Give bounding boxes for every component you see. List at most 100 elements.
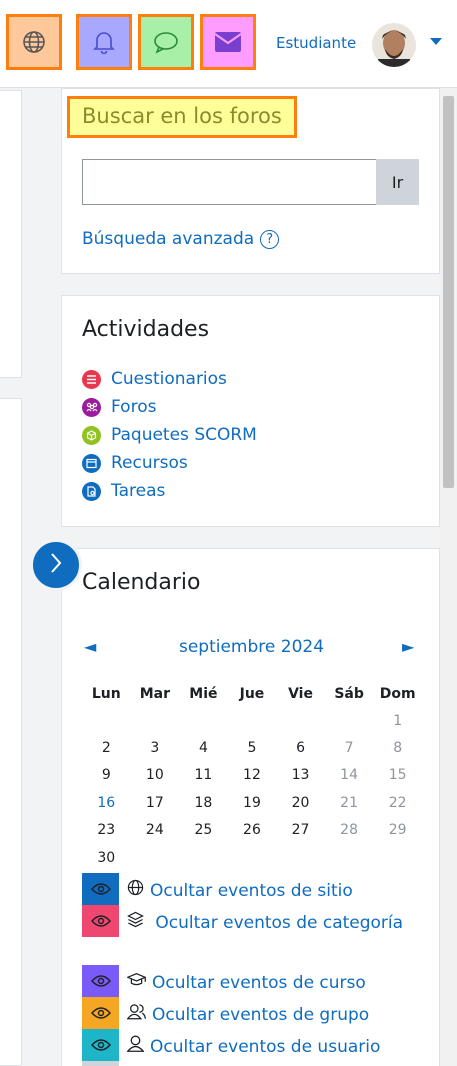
weekday-header: Dom [379, 685, 416, 702]
activity-link-forums[interactable]: Foros [82, 397, 156, 417]
weekday-header: Jue [239, 685, 265, 702]
calendar-day: 18 [194, 794, 213, 811]
eye-icon [82, 873, 119, 905]
calendar-day: 30 [97, 849, 116, 866]
activity-label: Foros [111, 397, 157, 417]
calendar-day: 10 [145, 767, 164, 784]
calendar-day: 1 [393, 712, 403, 729]
calendar-day: 17 [145, 794, 164, 811]
bell-icon [80, 18, 128, 66]
toggle-category-events[interactable]: Ocultar eventos de categoría [82, 905, 409, 937]
calendar-day: 13 [291, 767, 310, 784]
weekday-header: Mar [139, 685, 170, 702]
activity-label: Cuestionarios [111, 369, 227, 389]
calendar-day: 2 [101, 740, 111, 757]
activity-link-scorm[interactable]: Paquetes SCORM [82, 425, 257, 445]
toggle-user-events[interactable]: Ocultar eventos de usuario [82, 1029, 380, 1061]
toggle-label: Ocultar eventos de sitio [150, 881, 353, 901]
calendar-day: 5 [247, 740, 257, 757]
globe-icon [10, 18, 58, 66]
toggle-course-events[interactable]: Ocultar eventos de curso [82, 965, 366, 997]
calendar-day [179, 707, 228, 734]
calendar-block: Calendario ◄ septiembre 2024 ► Lun Mar M… [61, 548, 440, 1066]
next-month-button[interactable]: ► [402, 637, 414, 656]
help-icon[interactable]: ? [260, 229, 280, 249]
scorm-icon [82, 425, 101, 445]
mail-button[interactable] [200, 14, 256, 70]
forum-icon [82, 397, 101, 417]
notifications-button[interactable] [76, 14, 132, 70]
calendar-day [82, 707, 131, 734]
calendar-day [179, 844, 228, 871]
weekday-header: Sáb [334, 685, 364, 702]
toggle-text: Ocultar eventos de categoría [119, 905, 409, 937]
current-month-label[interactable]: septiembre 2024 [62, 637, 441, 657]
calendar-day: 7 [344, 740, 354, 757]
quiz-icon [82, 369, 101, 389]
chat-icon [142, 18, 190, 66]
close-drawer-button[interactable] [30, 539, 82, 591]
eye-icon [82, 965, 119, 997]
toggle-site-events[interactable]: Ocultar eventos de sitio [82, 873, 353, 905]
calendar-day: 19 [243, 794, 261, 811]
calendar-day: 28 [340, 822, 358, 839]
calendar-day: 25 [194, 822, 213, 839]
toggle-label: Ocultar eventos de grupo [152, 1005, 370, 1025]
eye-icon [82, 905, 119, 937]
calendar-day: 8 [393, 740, 403, 757]
globe-icon [127, 877, 144, 905]
calendar-day [373, 844, 422, 871]
advanced-search-link[interactable]: Búsqueda avanzada ? [82, 229, 280, 249]
messages-button[interactable] [138, 14, 194, 70]
calendar-title: Calendario [82, 570, 201, 595]
calendar-day: 23 [97, 822, 116, 839]
top-navbar: Estudiante [0, 0, 457, 88]
activity-label: Recursos [111, 453, 188, 473]
eye-icon [82, 997, 119, 1029]
calendar-day [276, 707, 325, 734]
weekday-header: Mié [189, 685, 218, 702]
activity-link-resources[interactable]: Recursos [82, 453, 188, 473]
calendar-day-today[interactable]: 16 [82, 789, 131, 816]
activity-label: Paquetes SCORM [111, 425, 257, 445]
calendar-day [325, 707, 374, 734]
calendar-day: 3 [150, 740, 160, 757]
chevron-down-icon[interactable] [430, 38, 442, 45]
toggle-text: Ocultar eventos de sitio [119, 873, 353, 905]
calendar-day [276, 844, 325, 871]
calendar-day: 15 [388, 767, 407, 784]
assignment-icon [82, 481, 101, 501]
search-forums-title: Buscar en los foros [67, 96, 297, 138]
resource-icon [82, 453, 101, 473]
toggle-label: Ocultar eventos de curso [152, 973, 366, 993]
calendar-day [228, 844, 277, 871]
calendar-day: 27 [291, 822, 310, 839]
calendar-day: 24 [145, 822, 164, 839]
calendar-day: 11 [194, 767, 213, 784]
language-button[interactable] [6, 14, 62, 70]
graduation-cap-icon [126, 969, 147, 997]
avatar[interactable] [372, 23, 416, 67]
search-input[interactable] [82, 159, 378, 205]
calendar-day: 21 [340, 794, 358, 811]
calendar-day: 29 [388, 822, 407, 839]
calendar-day [325, 844, 374, 871]
search-go-button[interactable]: Ir [376, 159, 419, 205]
activity-link-assignments[interactable]: Tareas [82, 481, 165, 501]
calendar-day: 26 [243, 822, 261, 839]
user-menu-name[interactable]: Estudiante [276, 34, 356, 52]
scrollbar-thumb[interactable] [443, 96, 454, 488]
calendar-day: 20 [291, 794, 310, 811]
calendar-day [131, 844, 180, 871]
activity-link-quizzes[interactable]: Cuestionarios [82, 369, 227, 389]
group-icon [126, 1001, 146, 1029]
weekday-header: Lun [91, 685, 121, 702]
weekday-header: Vie [288, 685, 313, 702]
content-card [0, 90, 22, 378]
toggle-text: Ocultar eventos de curso [119, 965, 366, 997]
toggle-group-events[interactable]: Ocultar eventos de grupo [82, 997, 369, 1029]
layers-icon [127, 911, 149, 933]
eye-icon [82, 1029, 119, 1061]
block-drawer: Buscar en los foros Ir Búsqueda avanzada… [49, 88, 440, 1066]
toggle-text: Ocultar eventos de usuario [119, 1029, 380, 1061]
